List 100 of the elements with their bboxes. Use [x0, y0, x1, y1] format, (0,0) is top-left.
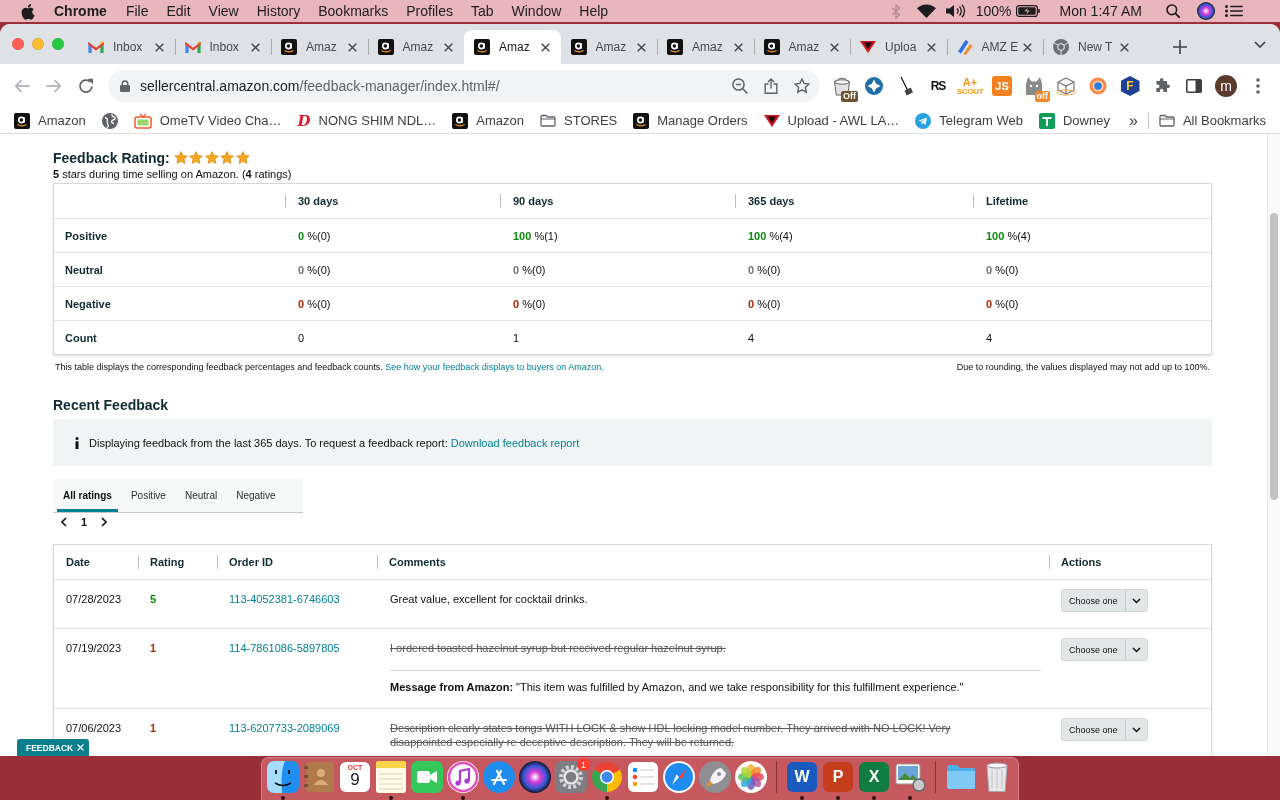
search-icon[interactable]: [1166, 4, 1180, 18]
action-dropdown[interactable]: Choose one: [1061, 718, 1148, 741]
rocket-icon[interactable]: [699, 761, 731, 793]
sidebar-icon[interactable]: [1186, 79, 1202, 93]
sparkle-circle-icon[interactable]: [865, 77, 883, 95]
menu-icon[interactable]: [1256, 78, 1260, 94]
order-id-link[interactable]: 113-6207733-2089069: [229, 722, 340, 734]
compass-icon[interactable]: [663, 761, 695, 793]
close-icon[interactable]: [1023, 42, 1032, 52]
action-dropdown[interactable]: Choose one: [1061, 638, 1148, 661]
browser-tab[interactable]: Amaz: [367, 30, 464, 64]
globe-icon[interactable]: [101, 112, 118, 129]
browser-tab[interactable]: Amaz: [464, 30, 561, 64]
action-dropdown[interactable]: Choose one: [1061, 589, 1148, 612]
bookmark-link[interactable]: Upload - AWL LA…: [755, 108, 908, 133]
menu-item[interactable]: Tab: [470, 3, 494, 19]
browser-tab[interactable]: Inbox: [78, 30, 175, 64]
address-book-icon[interactable]: [304, 761, 334, 793]
monogram-extension[interactable]: RS: [930, 79, 946, 93]
share-icon[interactable]: [764, 78, 778, 94]
menu-item[interactable]: File: [125, 3, 149, 19]
filter-tab[interactable]: Neutral: [178, 479, 224, 512]
browser-tab[interactable]: AMZ E: [946, 30, 1043, 64]
lock-icon[interactable]: [120, 80, 130, 92]
menu-item[interactable]: Profiles: [406, 3, 453, 19]
bookmark-folder[interactable]: All Bookmarks: [1150, 108, 1274, 133]
photo-magnifier-icon[interactable]: [894, 762, 926, 792]
close-icon[interactable]: [347, 42, 357, 52]
battery-icon[interactable]: [1015, 5, 1040, 17]
wifi-icon[interactable]: [916, 4, 936, 18]
close-icon[interactable]: [154, 42, 164, 52]
bookmark-link[interactable]: OmeTV Video Cha…: [125, 108, 290, 133]
letter-app-tile[interactable]: P: [823, 762, 853, 792]
hexagon-extension[interactable]: F: [1120, 76, 1140, 96]
close-icon[interactable]: [733, 42, 743, 52]
order-id-link[interactable]: 113-4052381-6746603: [229, 593, 340, 605]
page-number[interactable]: 1: [81, 516, 88, 528]
close-icon[interactable]: [540, 42, 550, 52]
close-icon[interactable]: [830, 42, 839, 52]
chevron-down-icon[interactable]: [1254, 40, 1266, 48]
strokes-circle-icon[interactable]: [483, 761, 515, 793]
apple-icon[interactable]: [21, 2, 35, 20]
close-icon[interactable]: [637, 42, 646, 52]
browser-tab[interactable]: Amaz: [753, 30, 850, 64]
menu-item[interactable]: Edit: [166, 3, 191, 19]
more-bookmarks-button[interactable]: »: [1121, 110, 1146, 131]
circle-logo-icon[interactable]: [592, 762, 622, 792]
chevron-left-icon[interactable]: [61, 517, 67, 527]
close-icon[interactable]: [251, 42, 260, 52]
plus-icon[interactable]: [1172, 40, 1187, 54]
bookmark-star-icon[interactable]: [794, 78, 810, 94]
browser-tab[interactable]: Inbox: [174, 30, 271, 64]
menu-item[interactable]: Window: [511, 3, 562, 19]
reload-icon[interactable]: [78, 78, 94, 94]
trash-icon[interactable]: [986, 762, 1008, 792]
filter-tab[interactable]: All ratings: [57, 479, 118, 512]
bookmark-link[interactable]: Amazon: [444, 108, 533, 133]
browser-tab[interactable]: Amaz: [560, 30, 657, 64]
checklist-icon[interactable]: [628, 762, 658, 792]
bookmark-link[interactable]: STORES: [532, 108, 626, 133]
bookmark-link[interactable]: Amazon: [6, 108, 94, 133]
browser-tab[interactable]: Uploa: [850, 30, 947, 64]
list-icon[interactable]: [1225, 5, 1243, 17]
ring-icon[interactable]: [1089, 77, 1107, 95]
filter-tab[interactable]: Negative: [230, 479, 282, 512]
filter-tab[interactable]: Positive: [124, 479, 172, 512]
menu-item[interactable]: History: [256, 3, 301, 19]
flower-icon[interactable]: [735, 761, 767, 793]
cube-icon[interactable]: [1056, 76, 1076, 96]
orb-icon[interactable]: [519, 761, 551, 793]
bookmark-link[interactable]: Telegram Web: [907, 108, 1031, 133]
broom-icon[interactable]: [899, 76, 913, 96]
menu-item[interactable]: Bookmarks: [318, 3, 389, 19]
scrollbar-thumb[interactable]: [1270, 213, 1278, 500]
menu-item[interactable]: Help: [579, 3, 609, 19]
profile-avatar[interactable]: m: [1215, 75, 1237, 97]
bookmark-link[interactable]: Downey: [1030, 108, 1118, 133]
download-report-link[interactable]: Download feedback report: [450, 436, 580, 449]
feedback-button[interactable]: FEEDBACK: [17, 739, 90, 756]
zoom-out-icon[interactable]: [732, 78, 748, 94]
close-icon[interactable]: [444, 42, 453, 52]
menu-bar-clock[interactable]: Mon 1:47 AM: [1059, 3, 1142, 19]
feedback-display-link[interactable]: See how your feedback displays to buyers on Amazon.: [385, 362, 604, 372]
face-tile-icon[interactable]: [267, 761, 299, 793]
address-bar[interactable]: sellercentral.amazon.com/feedback-manager/index.html#/: [108, 70, 820, 102]
letter-app-tile[interactable]: W: [787, 762, 817, 792]
close-icon[interactable]: [1119, 42, 1129, 52]
browser-tab[interactable]: Amaz: [271, 30, 368, 64]
browser-tab[interactable]: Amaz: [657, 30, 754, 64]
close-icon[interactable]: [926, 42, 936, 52]
bookmark-link[interactable]: D NONG SHIM NDL…: [289, 108, 445, 133]
video-camera-icon[interactable]: [411, 761, 443, 793]
chevron-right-icon[interactable]: [101, 517, 108, 527]
music-note-icon[interactable]: [447, 761, 479, 793]
letter-app-tile[interactable]: X: [859, 762, 889, 792]
app-menu[interactable]: Chrome: [54, 3, 107, 19]
menu-item[interactable]: View: [208, 3, 239, 19]
browser-tab[interactable]: New T: [1043, 30, 1140, 64]
bookmark-link[interactable]: Manage Orders: [625, 108, 756, 133]
orb-icon[interactable]: [1197, 2, 1215, 20]
